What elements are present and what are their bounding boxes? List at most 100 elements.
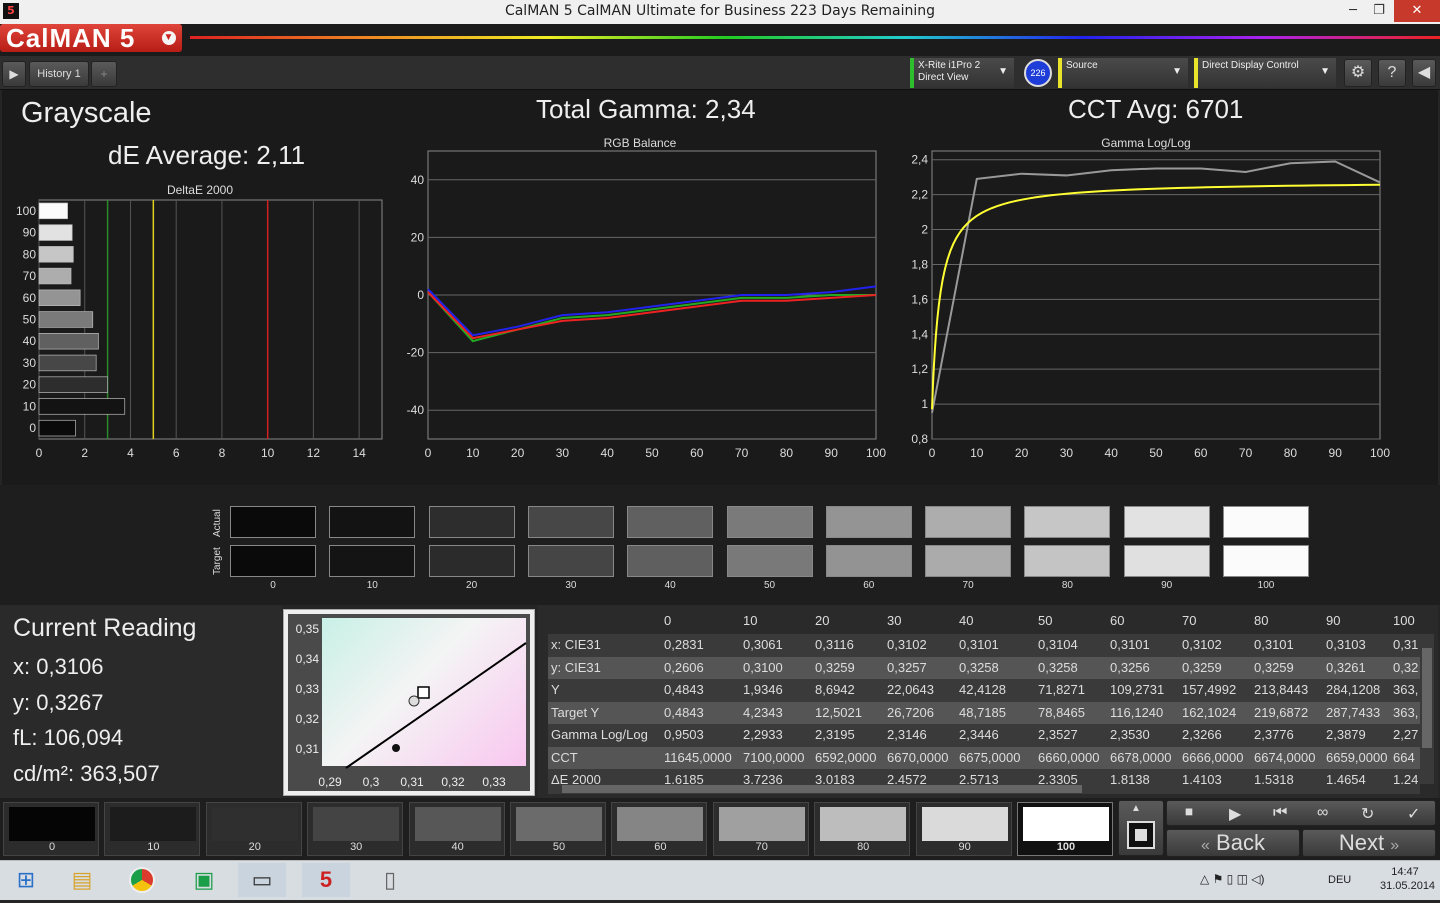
chevron-down-icon: ▼ <box>1320 66 1330 77</box>
swatch-target[interactable] <box>329 545 416 577</box>
swatch-actual[interactable] <box>527 506 614 538</box>
table-cell: 1,24 <box>1393 772 1419 785</box>
swatch-target[interactable] <box>1123 545 1210 577</box>
check-icon[interactable]: ✓ <box>1407 804 1420 824</box>
gear-icon[interactable]: ⚙ <box>1344 59 1372 87</box>
file-explorer-icon[interactable]: ▤ <box>58 863 106 897</box>
table-cell: 6670,0000 <box>887 749 949 765</box>
back-label: Back <box>1216 830 1265 855</box>
table-column-header: 70 <box>1182 613 1197 628</box>
swatch-target[interactable] <box>1223 545 1309 577</box>
step-button[interactable]: 0 <box>3 802 99 856</box>
table-vertical-scrollbar[interactable] <box>1420 634 1434 784</box>
stop-measure-icon[interactable]: ⏹ <box>1185 804 1193 822</box>
table-row[interactable]: ΔE 2000 1,6185 3,7236 3,0183 2,4572 2,5713 2,3… <box>548 769 1420 785</box>
display-selector[interactable]: Direct Display Control ▼ <box>1194 58 1336 88</box>
step-button[interactable]: 30 <box>307 802 404 856</box>
swatch-actual[interactable] <box>230 506 316 538</box>
swatch-actual[interactable] <box>925 506 1012 538</box>
back-button[interactable]: « Back <box>1166 829 1300 857</box>
deltae-bar <box>38 398 126 415</box>
table-column-header: 30 <box>887 613 902 628</box>
table-row[interactable]: Y 0,4843 1,9346 8,6942 22,0643 42,4128 71,8271… <box>548 679 1420 702</box>
table-cell: 0,3102 <box>1182 637 1222 652</box>
swatch-target[interactable] <box>726 545 813 577</box>
swatch-target[interactable] <box>825 545 912 577</box>
scroll-thumb[interactable] <box>1422 648 1432 748</box>
calman-taskbar-icon[interactable]: 5 <box>302 863 350 897</box>
remote-desktop-icon[interactable]: ▭ <box>238 863 286 897</box>
step-label: 40 <box>451 841 464 853</box>
play-icon[interactable]: ▶ <box>2 61 26 87</box>
table-row-label: x: CIE31 <box>551 637 601 652</box>
table-cell: 1,4654 <box>1326 772 1366 785</box>
document-icon[interactable]: ▯ <box>366 863 414 897</box>
step-color <box>313 807 400 841</box>
play-icon[interactable]: ▶ <box>1229 804 1241 824</box>
step-button[interactable]: 100 <box>1017 802 1113 856</box>
tray-icons[interactable]: △ ⚑ ▯ ◫ ◁) <box>1200 872 1265 886</box>
table-horizontal-scrollbar[interactable] <box>548 784 1420 794</box>
chevron-up-icon[interactable]: ▲ <box>1131 803 1141 814</box>
swatch-target[interactable] <box>627 545 714 577</box>
table-row[interactable]: y: CIE31 0,2606 0,3100 0,3259 0,3257 0,3258 0,… <box>548 656 1420 679</box>
source-selector[interactable]: Source ▼ <box>1058 58 1188 88</box>
table-cell: 0,3259 <box>1182 659 1222 675</box>
add-tab-button[interactable]: + <box>91 61 117 87</box>
rgb-y-tick: -40 <box>407 403 425 417</box>
meter-badge[interactable]: 226 <box>1024 59 1052 87</box>
swatch-actual[interactable] <box>627 506 714 538</box>
table-cell: 6675,0000 <box>959 749 1021 765</box>
swatch-actual[interactable] <box>1223 506 1309 538</box>
swatch-target[interactable] <box>230 545 316 577</box>
chrome-icon[interactable] <box>118 863 166 897</box>
swatch-actual[interactable] <box>329 506 416 538</box>
swatch-target[interactable] <box>527 545 614 577</box>
table-row-label: Y <box>551 682 560 697</box>
step-button[interactable]: 70 <box>712 802 809 856</box>
windows-start-icon[interactable]: ⊞ <box>2 863 50 897</box>
table-row-label: CCT <box>551 749 578 765</box>
restore-button[interactable]: ❐ <box>1364 0 1394 22</box>
meter-selector[interactable]: X-Rite i1Pro 2 Direct View ▼ <box>910 58 1014 88</box>
table-cell: 109,2731 <box>1110 682 1165 697</box>
help-icon[interactable]: ? <box>1378 59 1406 87</box>
title-bar: 5 CalMAN 5 CalMAN Ultimate for Business … <box>0 0 1440 24</box>
step-button[interactable]: 80 <box>814 802 911 856</box>
step-button[interactable]: 90 <box>915 802 1012 856</box>
step-label: 50 <box>552 841 566 853</box>
step-button[interactable]: 20 <box>205 802 302 856</box>
table-row[interactable]: CCT 11645,0000 7100,0000 6592,0000 6670,0000… <box>548 746 1420 769</box>
previous-marker <box>392 744 400 752</box>
stop-icon[interactable] <box>1127 821 1155 849</box>
continuous-icon[interactable]: ∞ <box>1317 804 1328 822</box>
tab-history-1[interactable]: History 1 <box>29 61 89 87</box>
display-label: Direct Display Control <box>1202 60 1299 71</box>
close-button[interactable]: ✕ <box>1394 0 1440 22</box>
table-row[interactable]: Target Y 0,4843 4,2343 12,5021 26,7206 48,718… <box>548 701 1420 724</box>
step-button[interactable]: 40 <box>408 802 505 856</box>
table-row[interactable]: Gamma Log/Log 0,9503 2,2933 2,3195 2,3146 2,3… <box>548 724 1420 747</box>
swatch-target[interactable] <box>428 545 515 577</box>
clock[interactable]: 14:47 31.05.2014 <box>1380 866 1435 892</box>
swatch-actual[interactable] <box>1123 506 1210 538</box>
app-logo-menu[interactable]: CalMAN 5 ▼ <box>0 24 182 52</box>
step-button[interactable]: 60 <box>611 802 708 856</box>
swatch-actual[interactable] <box>726 506 813 538</box>
refresh-icon[interactable]: ↻ <box>1361 804 1374 824</box>
swatch-actual[interactable] <box>825 506 912 538</box>
scroll-thumb[interactable] <box>562 785 1082 793</box>
store-icon[interactable]: ▣ <box>180 863 228 897</box>
swatch-target[interactable] <box>1024 545 1111 577</box>
collapse-icon[interactable]: ◀ <box>1412 59 1436 87</box>
next-button[interactable]: Next » <box>1302 829 1436 857</box>
table-row[interactable]: x: CIE31 0,2831 0,3061 0,3116 0,3102 0,3101 0,… <box>548 634 1420 657</box>
read-series-icon[interactable]: ⏮ <box>1273 804 1287 822</box>
swatch-actual[interactable] <box>1024 506 1111 538</box>
step-button[interactable]: 10 <box>104 802 201 856</box>
step-button[interactable]: 50 <box>510 802 606 856</box>
swatch-actual[interactable] <box>428 506 515 538</box>
language-indicator[interactable]: DEU <box>1328 874 1351 886</box>
swatch-target[interactable] <box>925 545 1012 577</box>
rainbow-stripe <box>190 36 1440 39</box>
